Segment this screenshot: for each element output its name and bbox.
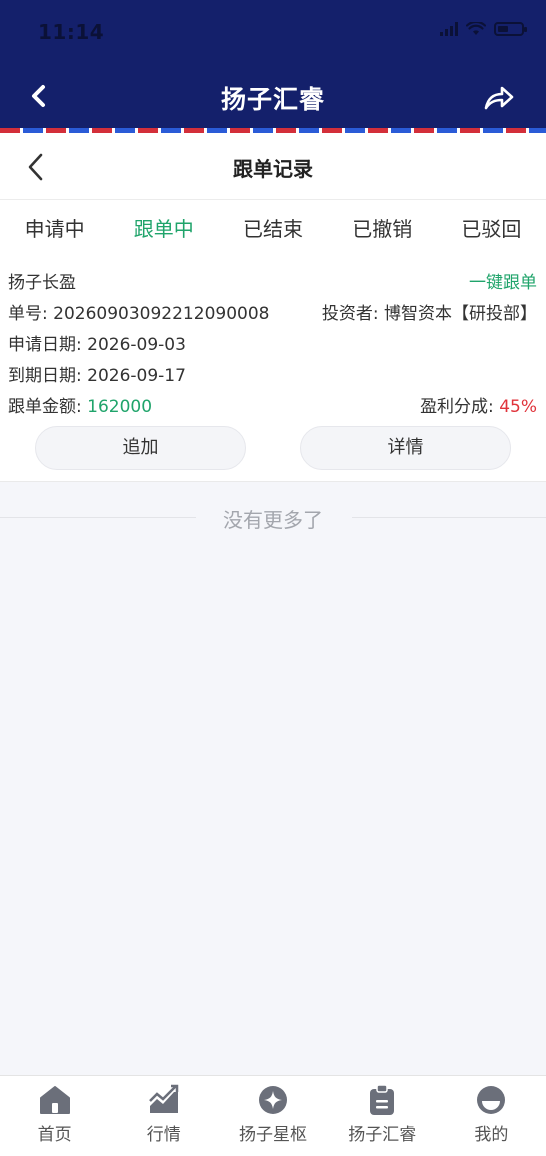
follow-amount: 162000 [87, 397, 153, 417]
follow-record-card: 扬子长盈 一键跟单 单号: 20260903092212090008 投资者: … [0, 258, 546, 482]
investor-info: 投资者: 博智资本【研投部】 [322, 299, 537, 329]
order-no: 20260903092212090008 [53, 304, 270, 324]
one-click-follow-link[interactable]: 一键跟单 [469, 268, 537, 298]
bottom-tab-home[interactable]: 首页 [0, 1076, 109, 1156]
apply-date: 2026-09-03 [87, 335, 186, 355]
bottom-tab-huirui[interactable]: 扬子汇睿 [328, 1076, 437, 1156]
expiry-date-row: 到期日期: 2026-09-17 [8, 361, 537, 391]
apply-date-label: 申请日期: [8, 335, 88, 355]
bottom-tab-star-hub[interactable]: 扬子星枢 [218, 1076, 327, 1156]
bottom-tab-label: 扬子星枢 [239, 1125, 307, 1145]
tab-ended[interactable]: 已结束 [218, 200, 327, 258]
bottom-tab-label: 我的 [474, 1125, 509, 1145]
amount-row: 跟单金额: 162000 盈利分成: 45% [8, 392, 537, 422]
profit-share-info: 盈利分成: 45% [420, 392, 537, 422]
add-button[interactable]: 追加 [35, 426, 246, 470]
status-tabs: 申请中 跟单中 已结束 已撤销 已驳回 [0, 200, 546, 258]
status-icons [440, 22, 527, 36]
bottom-tab-market[interactable]: 行情 [109, 1076, 218, 1156]
apply-date-row: 申请日期: 2026-09-03 [8, 330, 537, 360]
app-header: 11:14 扬子汇睿 [0, 0, 546, 128]
clipboard-icon [370, 1084, 395, 1115]
profile-icon [477, 1086, 506, 1114]
page-title: 跟单记录 [233, 157, 313, 181]
expiry-date: 2026-09-17 [87, 366, 186, 386]
status-time: 11:14 [38, 20, 105, 44]
investor-label: 投资者: [321, 304, 384, 324]
share-icon[interactable] [482, 82, 516, 112]
wifi-icon [466, 22, 486, 35]
amount-label: 跟单金额: [8, 397, 88, 417]
product-name: 扬子长盈 [8, 273, 76, 293]
nav-bar: 扬子汇睿 [0, 70, 546, 124]
subpage-header: 跟单记录 [0, 133, 546, 200]
chart-icon [148, 1084, 179, 1113]
star-icon [259, 1086, 287, 1114]
tab-revoked[interactable]: 已撤销 [328, 200, 437, 258]
investor-name: 博智资本【研投部】 [384, 304, 537, 324]
profit-share-value: 45% [499, 397, 537, 417]
bottom-tab-label: 首页 [37, 1125, 72, 1145]
tab-following[interactable]: 跟单中 [109, 200, 218, 258]
order-row: 单号: 20260903092212090008 投资者: 博智资本【研投部】 [8, 299, 537, 329]
battery-icon [494, 22, 527, 36]
tab-rejected[interactable]: 已驳回 [437, 200, 546, 258]
order-no-label: 单号: [8, 304, 54, 324]
app-title: 扬子汇睿 [220, 85, 325, 114]
home-icon [39, 1086, 70, 1114]
status-bar: 11:14 [0, 0, 546, 66]
bottom-tab-mine[interactable]: 我的 [437, 1076, 546, 1156]
signal-icon [440, 22, 458, 36]
no-more-text: 没有更多了 [223, 508, 323, 532]
bottom-tab-bar: 首页 行情 扬子星枢 扬子汇睿 我的 [0, 1075, 546, 1156]
bottom-tab-label: 扬子汇睿 [348, 1125, 417, 1145]
detail-button[interactable]: 详情 [300, 426, 511, 470]
profit-share-label: 盈利分成: [420, 397, 500, 417]
expiry-date-label: 到期日期: [8, 366, 88, 386]
list-end-indicator: 没有更多了 [0, 498, 546, 538]
bottom-tab-label: 行情 [146, 1125, 181, 1145]
record-header-row: 扬子长盈 一键跟单 [8, 268, 537, 298]
tab-applying[interactable]: 申请中 [0, 200, 109, 258]
